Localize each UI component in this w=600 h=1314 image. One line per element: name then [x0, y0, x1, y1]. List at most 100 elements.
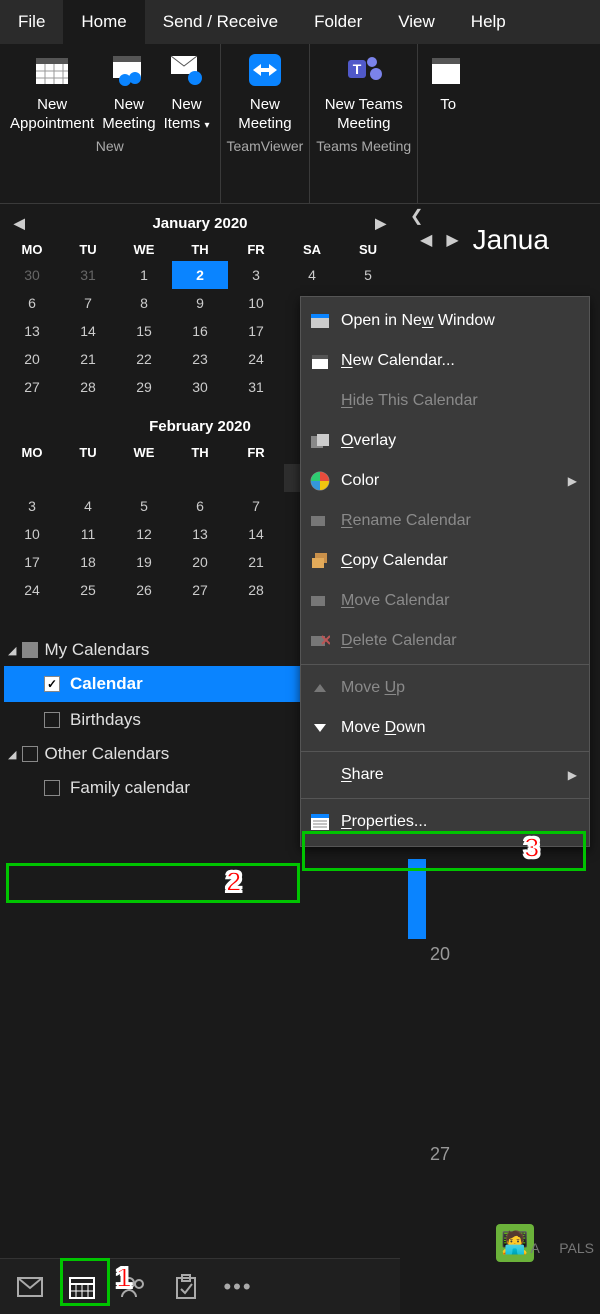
day-cell	[4, 464, 60, 492]
day-cell[interactable]: 7	[228, 492, 284, 520]
new-items-button[interactable]: New Items ▾	[160, 44, 214, 136]
calendar-checkbox[interactable]: ✓	[44, 676, 60, 692]
menu-home[interactable]: Home	[63, 0, 144, 44]
day-cell[interactable]: 20	[172, 548, 228, 576]
ribbon-group-label: TeamViewer	[227, 136, 304, 158]
group-checkbox[interactable]	[22, 746, 38, 762]
context-color[interactable]: Color▶	[301, 461, 589, 501]
ribbon-label: Items ▾	[164, 115, 210, 134]
menu-help[interactable]: Help	[453, 0, 524, 44]
teamviewer-meeting-button[interactable]: New Meeting	[234, 44, 295, 136]
day-cell[interactable]: 5	[116, 492, 172, 520]
props-icon	[309, 811, 331, 833]
day-cell[interactable]: 12	[116, 520, 172, 548]
day-cell[interactable]: 31	[228, 373, 284, 401]
collapse-pane-icon[interactable]: ❮	[410, 206, 423, 226]
day-cell[interactable]: 31	[60, 261, 116, 289]
prev-period-icon[interactable]: ◀	[420, 230, 432, 250]
day-cell[interactable]: 9	[172, 289, 228, 317]
people-nav-icon[interactable]	[110, 1265, 158, 1309]
more-nav-icon[interactable]: •••	[214, 1265, 262, 1309]
menu-view[interactable]: View	[380, 0, 453, 44]
day-cell[interactable]: 14	[60, 317, 116, 345]
day-cell[interactable]: 1	[116, 261, 172, 289]
ribbon-today-button[interactable]: To	[424, 44, 472, 117]
day-cell[interactable]: 15	[116, 317, 172, 345]
day-cell[interactable]: 25	[60, 576, 116, 604]
tasks-nav-icon[interactable]	[162, 1265, 210, 1309]
month-title: February 2020	[149, 418, 251, 435]
day-cell[interactable]: 23	[172, 345, 228, 373]
context-properties[interactable]: Properties...	[301, 802, 589, 842]
day-cell[interactable]: 21	[60, 345, 116, 373]
day-cell[interactable]: 8	[116, 289, 172, 317]
ribbon-group-cutoff: To	[418, 44, 478, 203]
ribbon-group-label: New	[96, 136, 124, 158]
day-cell[interactable]: 6	[4, 289, 60, 317]
day-cell[interactable]: 26	[116, 576, 172, 604]
day-cell[interactable]: 28	[60, 373, 116, 401]
day-cell[interactable]: 14	[228, 520, 284, 548]
dow-label: FR	[228, 238, 284, 261]
context-label: New Calendar...	[341, 352, 455, 370]
next-month-icon[interactable]: ▶	[375, 215, 386, 232]
day-cell[interactable]: 28	[228, 576, 284, 604]
context-copy-calendar[interactable]: Copy Calendar	[301, 541, 589, 581]
context-overlay[interactable]: Overlay	[301, 421, 589, 461]
context-open-in-new-window[interactable]: Open in New Window	[301, 301, 589, 341]
day-cell[interactable]: 7	[60, 289, 116, 317]
day-cell[interactable]: 13	[4, 317, 60, 345]
context-share[interactable]: Share▶	[301, 755, 589, 795]
next-period-icon[interactable]: ▶	[446, 230, 458, 250]
ribbon-label: New	[250, 96, 280, 115]
day-cell[interactable]: 17	[4, 548, 60, 576]
day-cell[interactable]: 20	[4, 345, 60, 373]
context-new-calendar[interactable]: New Calendar...	[301, 341, 589, 381]
new-appointment-button[interactable]: New Appointment	[6, 44, 98, 136]
menu-folder[interactable]: Folder	[296, 0, 380, 44]
calendar-nav-icon[interactable]	[58, 1265, 106, 1309]
day-cell[interactable]: 13	[172, 520, 228, 548]
day-cell[interactable]: 30	[4, 261, 60, 289]
day-cell[interactable]: 3	[4, 492, 60, 520]
menu-file[interactable]: File	[0, 0, 63, 44]
mail-nav-icon[interactable]	[6, 1265, 54, 1309]
appointment-block[interactable]	[408, 859, 426, 939]
day-cell[interactable]: 24	[228, 345, 284, 373]
day-cell[interactable]: 27	[4, 373, 60, 401]
day-cell[interactable]: 19	[116, 548, 172, 576]
day-cell[interactable]: 10	[228, 289, 284, 317]
day-cell[interactable]: 27	[172, 576, 228, 604]
day-cell[interactable]: 10	[4, 520, 60, 548]
day-cell[interactable]: 21	[228, 548, 284, 576]
day-cell[interactable]: 6	[172, 492, 228, 520]
context-move-down[interactable]: Move Down	[301, 708, 589, 748]
day-cell[interactable]: 4	[284, 261, 340, 289]
submenu-arrow-icon: ▶	[568, 768, 577, 782]
day-cell[interactable]: 4	[60, 492, 116, 520]
day-cell[interactable]: 3	[228, 261, 284, 289]
day-cell[interactable]: 16	[172, 317, 228, 345]
day-cell[interactable]: 29	[116, 373, 172, 401]
day-cell[interactable]: 30	[172, 373, 228, 401]
calendar-checkbox[interactable]	[44, 712, 60, 728]
prev-month-icon[interactable]: ◀	[14, 215, 25, 232]
day-cell[interactable]: 2	[172, 261, 228, 289]
day-cell[interactable]: 24	[4, 576, 60, 604]
new-meeting-button[interactable]: New Meeting	[98, 44, 159, 136]
calendar-checkbox[interactable]	[44, 780, 60, 796]
calendar-icon	[309, 350, 331, 372]
day-cell[interactable]: 22	[116, 345, 172, 373]
teams-meeting-button[interactable]: T New Teams Meeting	[321, 44, 407, 136]
ribbon-label: New	[172, 96, 202, 115]
day-cell[interactable]: 18	[60, 548, 116, 576]
day-cell[interactable]: 11	[60, 520, 116, 548]
context-label: Move Up	[341, 679, 405, 697]
main-menu-bar: File Home Send / Receive Folder View Hel…	[0, 0, 600, 44]
day-cell[interactable]: 17	[228, 317, 284, 345]
group-checkbox[interactable]	[22, 642, 38, 658]
menu-send-receive[interactable]: Send / Receive	[145, 0, 296, 44]
context-label: Delete Calendar	[341, 632, 457, 650]
day-cell[interactable]: 5	[340, 261, 396, 289]
appuals-logo-icon: 🧑‍💻	[496, 1224, 534, 1262]
